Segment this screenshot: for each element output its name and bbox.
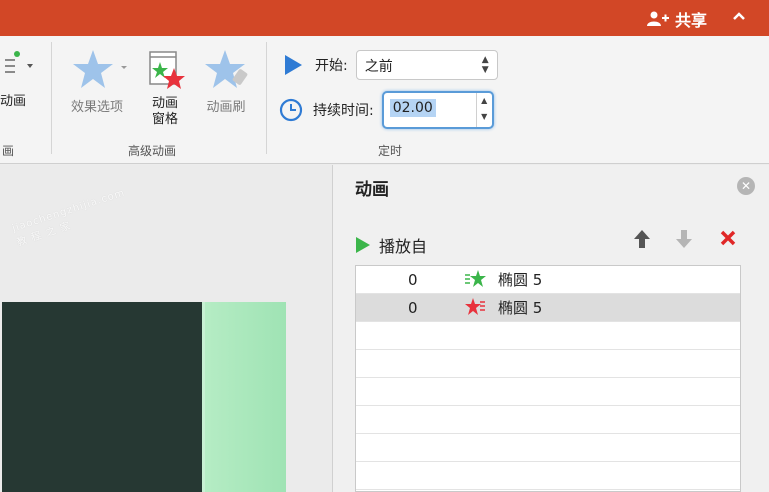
slide-dark-shape [2, 302, 202, 492]
divider [266, 42, 267, 154]
share-label: 共享 [674, 11, 707, 30]
star-icon [73, 50, 127, 88]
animation-painter-label: 动画刷 [206, 100, 246, 115]
duration-spinner[interactable]: 02.00 ▲ ▼ [381, 91, 494, 129]
effect-options-label: 效果选项 [70, 100, 123, 115]
animation-pane-label-2: 窗格 [151, 112, 178, 127]
empty-row [356, 406, 740, 434]
slide-thumbnail[interactable] [2, 302, 286, 492]
move-down-button[interactable] [672, 229, 696, 253]
title-bar: 共享 [0, 0, 769, 36]
start-label: 开始: [315, 58, 348, 74]
duration-row: 持续时间: 02.00 ▲ ▼ [279, 91, 494, 129]
play-icon [356, 237, 370, 253]
play-from-label: 播放自 [379, 237, 428, 256]
item-name: 椭圆 5 [498, 299, 543, 317]
start-value: 之前 [364, 59, 393, 75]
start-row: 开始: 之前 ▲ ▼ [283, 50, 498, 80]
duration-value[interactable]: 02.00 [389, 99, 436, 117]
close-icon[interactable]: ✕ [737, 177, 755, 195]
empty-row [356, 462, 740, 490]
empty-row [356, 322, 740, 350]
entrance-star-icon [465, 270, 486, 287]
divider [51, 42, 52, 154]
share-button[interactable]: 共享 [646, 7, 707, 31]
delete-button[interactable] [716, 229, 740, 253]
play-from-button[interactable]: 播放自 [355, 233, 427, 257]
list-item[interactable]: 0 椭圆 5 [356, 266, 740, 294]
group-label-animation: 画 [2, 144, 15, 158]
spinner-arrows-icon[interactable]: ▲ ▼ [475, 93, 492, 127]
empty-row [356, 434, 740, 462]
animation-painter-button[interactable]: 动画刷 [198, 48, 254, 116]
animation-painter-icon [205, 50, 248, 88]
group-label-advanced-animation: 高级动画 [128, 144, 177, 158]
animation-list: 0 椭圆 5 0 椭圆 5 [355, 265, 741, 492]
add-person-icon [646, 11, 669, 26]
item-order: 0 [408, 270, 418, 289]
chevron-up-icon [733, 12, 745, 20]
effect-options-button[interactable]: 效果选项 [62, 48, 132, 116]
ribbon: 动画 画 效果选项 动画 窗格 动画刷 高级动画 开始: 之前 ▲ ▼ 持续时间… [0, 36, 769, 164]
animation-list-icon [5, 51, 33, 73]
collapse-ribbon-button[interactable] [731, 8, 747, 28]
list-item[interactable]: 0 椭圆 5 [356, 294, 740, 322]
animation-label: 动画 [0, 94, 27, 109]
play-triangle-icon [285, 55, 302, 75]
slide-green-shape [202, 302, 286, 492]
animation-styles-button[interactable]: 动画 [0, 50, 40, 110]
animation-pane-label-1: 动画 [151, 96, 178, 111]
item-name: 椭圆 5 [498, 271, 543, 289]
animation-pane-icon [149, 51, 185, 89]
pane-title: 动画 [355, 180, 389, 200]
move-up-button[interactable] [630, 229, 654, 253]
duration-label: 持续时间: [313, 103, 374, 119]
clock-icon [279, 98, 303, 122]
delete-x-icon [720, 230, 736, 246]
start-select[interactable]: 之前 ▲ ▼ [355, 50, 498, 80]
arrow-up-icon [634, 230, 650, 248]
animation-pane-button[interactable]: 动画 窗格 [140, 48, 190, 128]
item-order: 0 [408, 298, 418, 317]
stepper-arrows-icon: ▲ ▼ [481, 55, 489, 75]
animation-pane: 动画 ✕ 播放自 0 椭圆 5 0 椭圆 5 [332, 165, 769, 492]
empty-row [356, 350, 740, 378]
exit-star-icon [465, 298, 485, 315]
empty-row [356, 378, 740, 406]
group-label-timing: 定时 [378, 144, 403, 158]
arrow-down-icon [676, 230, 692, 248]
